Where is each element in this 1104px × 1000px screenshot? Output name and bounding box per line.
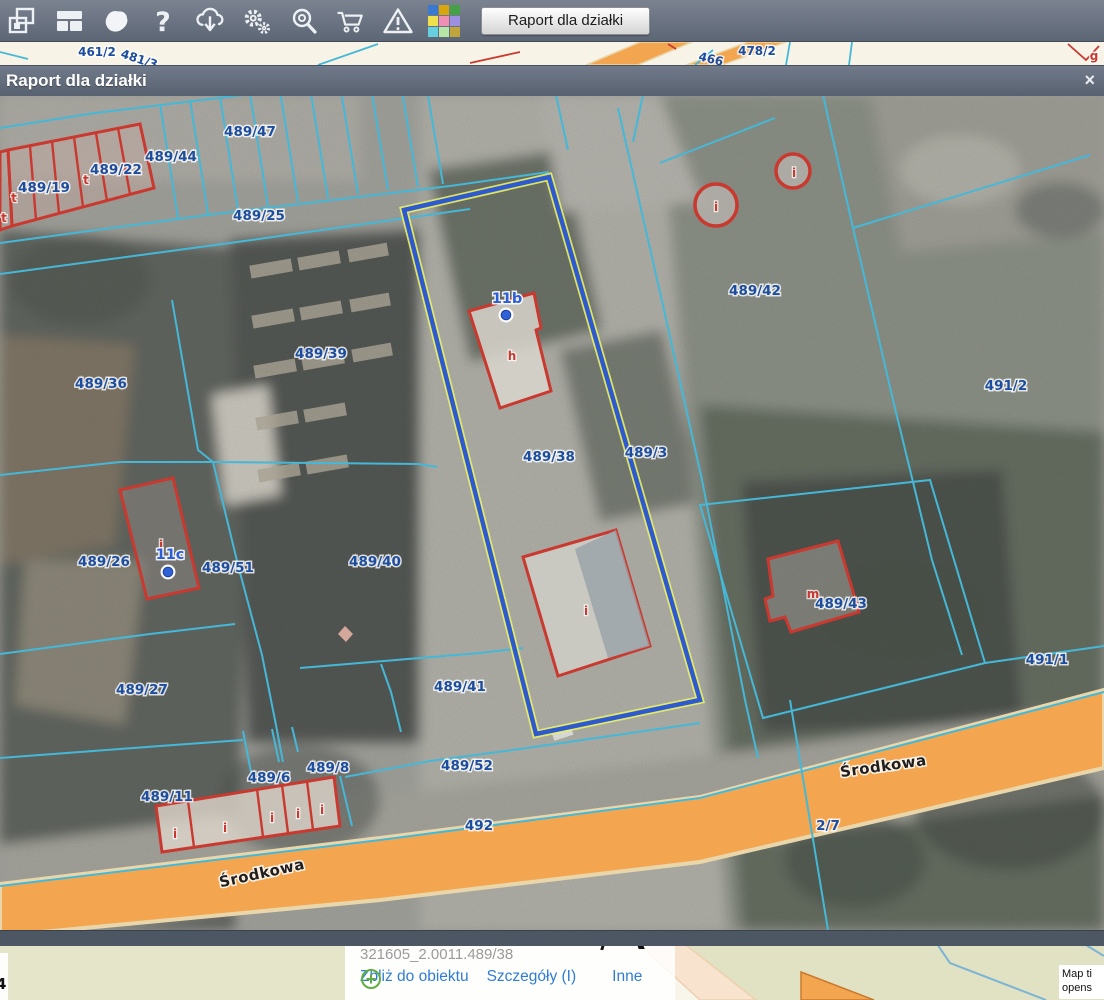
shopping-cart-icon	[334, 5, 368, 37]
map-attribution: Map ti opens	[1059, 965, 1104, 999]
parcel-number-label: 489/25	[233, 208, 285, 224]
close-icon[interactable]: ×	[1080, 70, 1099, 90]
search-icon[interactable]	[287, 4, 321, 38]
parcel-number-label: 489/27	[116, 682, 168, 698]
top-strip-svg: 461/2481/3466478/2g	[0, 42, 1104, 65]
building-function-label: t	[1, 211, 7, 225]
building-function-label: t	[83, 173, 89, 187]
strip-parcel-label: 478/2	[738, 44, 776, 58]
parcel-number-label: 489/43	[815, 596, 867, 612]
building-function-label: i	[584, 604, 588, 618]
help-icon[interactable]: ?	[146, 4, 180, 38]
building-function-label: h	[508, 349, 517, 363]
address-number-label: 11b	[492, 291, 523, 307]
building-function-label: i	[320, 803, 324, 817]
address-number-label: 11c	[156, 547, 185, 563]
layout-icon[interactable]	[52, 4, 86, 38]
parcel-number-label: 489/6	[248, 770, 291, 786]
toolbar: ?	[0, 0, 1104, 42]
building-function-label: m	[807, 587, 820, 601]
palette-color-cell	[428, 16, 438, 26]
svg-text:?: ?	[155, 7, 171, 37]
magnifier-icon	[287, 5, 321, 37]
warning-icon[interactable]	[381, 4, 415, 38]
more-link[interactable]: Inne	[612, 968, 642, 986]
address-point-dot	[163, 567, 173, 577]
palette-color-cell	[450, 16, 460, 26]
palette-color-cell	[428, 5, 438, 15]
parcel-object-id: 321605_2.0011.489/38	[360, 946, 513, 963]
parcel-number-label: 489/41	[434, 679, 486, 695]
download-cloud-icon	[193, 5, 227, 37]
palette-color-cell	[450, 27, 460, 37]
polygon-icon	[99, 5, 133, 37]
building-function-label: i	[270, 811, 274, 825]
parcel-number-label: 489/22	[90, 162, 142, 178]
building-function-label: t	[11, 191, 17, 205]
palette-icon[interactable]	[428, 5, 460, 37]
corner-text: 4	[0, 975, 6, 993]
parcel-number-label: 489/52	[441, 758, 493, 774]
details-link[interactable]: Szczegóły (I)	[487, 968, 577, 986]
parcel-number-label: 489/38	[523, 449, 575, 465]
parcel-number-label: 489/8	[307, 760, 350, 776]
parcel-number-label: 489/39	[295, 346, 347, 362]
panel-divider	[0, 930, 1104, 946]
address-point-dot	[501, 310, 511, 320]
parcel-number-label: 2/7	[816, 818, 840, 834]
top-map-strip: 461/2481/3466478/2g	[0, 42, 1104, 65]
attribution-line-2: opens	[1062, 982, 1092, 994]
parcel-number-label: 489/44	[145, 149, 197, 165]
question-mark-icon: ?	[151, 5, 175, 37]
building-function-label: i	[173, 827, 177, 841]
report-panel-header: Raport dla działki ×	[0, 65, 1104, 96]
page-title: Raport dla działki	[0, 71, 147, 91]
parcel-number-label: 489/42	[729, 283, 781, 299]
map-svg: 489/47 489/44489/22 489/19 489/25 489/36 489/…	[0, 95, 1104, 930]
windows-icon[interactable]	[5, 4, 39, 38]
palette-color-cell	[439, 16, 449, 26]
windows-icon	[6, 5, 38, 37]
strip-building-label: g	[1090, 49, 1099, 63]
parcel-number-label: 489/19	[18, 180, 70, 196]
parcel-number-label: 489/36	[75, 376, 127, 392]
palette-color-cell	[439, 5, 449, 15]
palette-color-cell	[428, 27, 438, 37]
cart-icon[interactable]	[334, 4, 368, 38]
palette-color-cell	[439, 27, 449, 37]
parcel-number-label: 489/40	[349, 554, 401, 570]
popup-links: Zbliż do obiektu Szczegóły (I) Inne	[360, 968, 642, 986]
parcel-number-label: 492	[465, 818, 493, 834]
parcel-number-label: 491/2	[985, 378, 1028, 394]
parcel-number-label: 489/51	[202, 560, 254, 576]
settings-icon[interactable]	[240, 4, 274, 38]
parcel-number-label: 489/11	[141, 789, 193, 805]
basemap-left	[0, 945, 345, 1000]
building-function-label: i	[223, 821, 227, 835]
parcel-number-label: 489/3	[625, 445, 668, 461]
building-function-label: i	[714, 200, 718, 214]
polygon-icon[interactable]	[99, 4, 133, 38]
layout-icon	[53, 5, 86, 37]
gear-icon	[240, 5, 274, 37]
strip-parcel-label: 461/2	[78, 45, 116, 59]
building-function-label: i	[792, 166, 796, 180]
palette-color-cell	[450, 5, 460, 15]
map-viewport[interactable]: 489/47 489/44489/22 489/19 489/25 489/36 489/…	[0, 95, 1104, 930]
bottom-bar: 4 321605_2.0011.489/38 Zbliż do obiektu …	[0, 945, 1104, 1000]
gis-application-window: ?	[0, 0, 1104, 1000]
parcel-number-label: 489/26	[78, 554, 130, 570]
warning-triangle-icon	[381, 5, 415, 37]
parcel-number-label: 491/1	[1026, 652, 1069, 668]
plus-circle-icon	[360, 968, 382, 990]
report-parcel-button[interactable]: Raport dla działki	[481, 7, 650, 35]
attribution-line-1: Map ti	[1062, 968, 1092, 980]
building-function-label: i	[296, 807, 300, 821]
parcel-number-label: 489/47	[224, 124, 276, 140]
strip-background	[0, 42, 1104, 65]
download-cloud-icon[interactable]	[193, 4, 227, 38]
